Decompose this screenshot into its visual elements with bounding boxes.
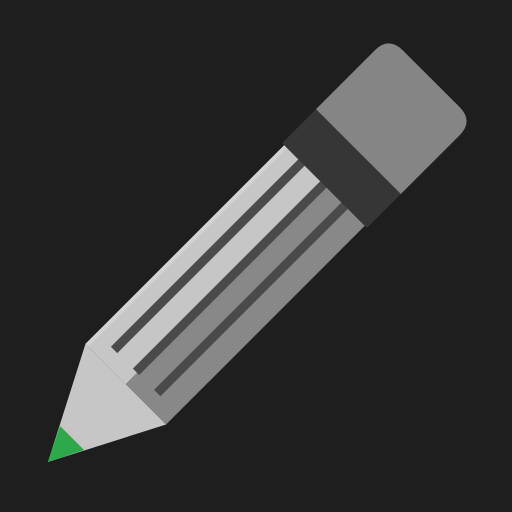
pencil-icon [0, 0, 512, 512]
icon-canvas [0, 0, 512, 512]
